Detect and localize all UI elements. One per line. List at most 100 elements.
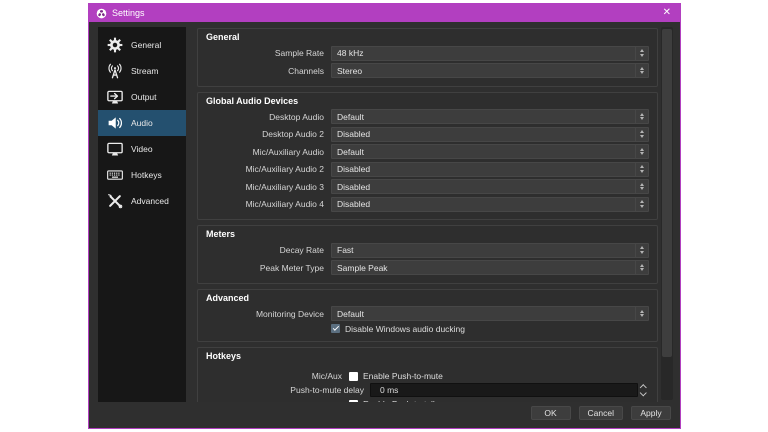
combo-value: 48 kHz (337, 48, 364, 58)
field-label: Mic/Aux (311, 371, 342, 381)
mic-aux-audio-select[interactable]: Default (331, 144, 649, 159)
scrollbar-thumb[interactable] (662, 29, 672, 358)
combo-arrows-icon (635, 46, 648, 60)
mic-aux-audio-2-select[interactable]: Disabled (331, 161, 649, 177)
sidebar-item-general[interactable]: General (98, 32, 186, 58)
sidebar: General Stream Output Audio Video Hotkey… (98, 27, 186, 402)
form-row: Push-to-mute delay 0 ms (206, 383, 649, 397)
apply-button[interactable]: Apply (631, 406, 671, 420)
section-title: Hotkeys (206, 351, 242, 361)
combo-value: Stereo (337, 65, 363, 76)
combo-arrows-icon (635, 145, 648, 158)
sidebar-item-label: Audio (131, 118, 153, 128)
field-label: Decay Rate (279, 245, 324, 255)
cancel-button[interactable]: Cancel (578, 406, 623, 420)
sidebar-item-output[interactable]: Output (98, 84, 186, 110)
combo-value: Disabled (337, 129, 371, 139)
section-title: Global Audio Devices (206, 95, 299, 106)
combo-value: Sample Peak (337, 262, 388, 273)
spinner-arrows-icon[interactable] (638, 383, 649, 397)
disable-windows-audio-ducking-checkbox[interactable] (331, 324, 340, 333)
form-row: Channels Stereo (206, 63, 649, 78)
field-label: Mic/Auxiliary Audio 3 (245, 181, 324, 192)
sidebar-item-label: Output (131, 92, 157, 102)
section-title: General (206, 32, 240, 42)
sidebar-item-video[interactable]: Video (98, 136, 186, 162)
combo-arrows-icon (635, 307, 648, 320)
hotkeys-icon (106, 166, 124, 184)
sidebar-item-label: Hotkeys (131, 170, 162, 180)
advanced-icon (106, 192, 124, 210)
combo-arrows-icon (635, 243, 648, 257)
form-row: Mic/Auxiliary Audio Default (206, 144, 649, 159)
monitoring-device-select[interactable]: Default (331, 306, 649, 321)
close-icon[interactable]: ✕ (661, 4, 673, 22)
sidebar-item-label: Stream (131, 66, 159, 76)
field-label: Mic/Auxiliary Audio (252, 146, 324, 157)
combo-arrows-icon (635, 162, 648, 176)
form-row: Desktop Audio 2 Disabled (206, 126, 649, 142)
checkbox-label: Disable Windows audio ducking (345, 323, 466, 334)
section-hotkeys: Hotkeys Mic/Aux Enable Push-to-mute Push… (197, 347, 658, 402)
field-label: Sample Rate (274, 48, 324, 58)
combo-value: Default (337, 111, 364, 122)
field-label: Desktop Audio (269, 111, 324, 122)
field-label: Mic/Auxiliary Audio 2 (245, 164, 324, 174)
field-label: Peak Meter Type (259, 262, 324, 273)
desktop-audio-2-select[interactable]: Disabled (331, 126, 649, 142)
combo-value: Default (337, 308, 364, 319)
field-label: Mic/Auxiliary Audio 4 (245, 199, 324, 209)
section-general: General Sample Rate 48 kHz Channels Ster… (197, 28, 658, 87)
sample-rate-select[interactable]: 48 kHz (331, 45, 649, 61)
obs-logo-icon (96, 8, 107, 18)
sidebar-item-stream[interactable]: Stream (98, 58, 186, 84)
spin-value: 0 ms (380, 385, 399, 395)
titlebar[interactable]: Settings ✕ (89, 4, 680, 22)
form-row: Disable Windows audio ducking (206, 324, 649, 334)
combo-value: Disabled (337, 164, 371, 174)
window-title: Settings (112, 8, 145, 18)
sidebar-item-label: Advanced (131, 196, 169, 206)
form-row: Mic/Auxiliary Audio 3 Disabled (206, 179, 649, 194)
field-label: Monitoring Device (255, 308, 324, 319)
peak-meter-type-select[interactable]: Sample Peak (331, 260, 649, 275)
mic-aux-audio-4-select[interactable]: Disabled (331, 196, 649, 212)
video-icon (106, 140, 124, 158)
combo-arrows-icon (635, 64, 648, 77)
form-row: Mic/Auxiliary Audio 4 Disabled (206, 196, 649, 212)
section-meters: Meters Decay Rate Fast Peak Meter Type S… (197, 225, 658, 284)
audio-icon (106, 114, 124, 132)
scroll-area: General Sample Rate 48 kHz Channels Ster… (197, 27, 658, 402)
mic-aux-audio-3-select[interactable]: Disabled (331, 179, 649, 194)
form-row: Desktop Audio Default (206, 109, 649, 124)
form-row: Decay Rate Fast (206, 242, 649, 258)
form-row: Mic/Auxiliary Audio 2 Disabled (206, 161, 649, 177)
field-label: Desktop Audio 2 (262, 129, 324, 139)
form-row: Mic/Aux Enable Push-to-mute (206, 371, 649, 381)
form-row: Peak Meter Type Sample Peak (206, 260, 649, 275)
dialog-body: General Stream Output Audio Video Hotkey… (89, 22, 680, 402)
section-global-audio-devices: Global Audio Devices Desktop Audio Defau… (197, 91, 658, 220)
sidebar-item-audio[interactable]: Audio (98, 110, 186, 136)
ok-button[interactable]: OK (530, 406, 571, 420)
form-row: Monitoring Device Default (206, 306, 649, 321)
section-advanced: Advanced Monitoring Device Default Disab… (197, 288, 658, 342)
sidebar-item-label: Video (131, 144, 153, 154)
mic-aux-enable-push-to-mute-checkbox[interactable] (349, 371, 358, 381)
sidebar-item-label: General (131, 40, 162, 50)
stream-icon (106, 62, 124, 80)
desktop-audio-select[interactable]: Default (331, 109, 649, 124)
channels-select[interactable]: Stereo (331, 63, 649, 78)
combo-arrows-icon (635, 180, 648, 193)
gear-icon (106, 36, 124, 54)
settings-window: Settings ✕ General Stream Output Audio V… (88, 3, 681, 429)
form-row: Sample Rate 48 kHz (206, 45, 649, 61)
decay-rate-select[interactable]: Fast (331, 242, 649, 258)
sidebar-item-advanced[interactable]: Advanced (98, 188, 186, 214)
settings-content: General Sample Rate 48 kHz Channels Ster… (197, 27, 673, 402)
section-title: Meters (206, 229, 236, 239)
scrollbar[interactable] (661, 27, 673, 400)
combo-value: Disabled (337, 199, 371, 209)
mic-aux-push-to-mute-delay-spinbox[interactable]: 0 ms (370, 383, 649, 397)
sidebar-item-hotkeys[interactable]: Hotkeys (98, 162, 186, 188)
